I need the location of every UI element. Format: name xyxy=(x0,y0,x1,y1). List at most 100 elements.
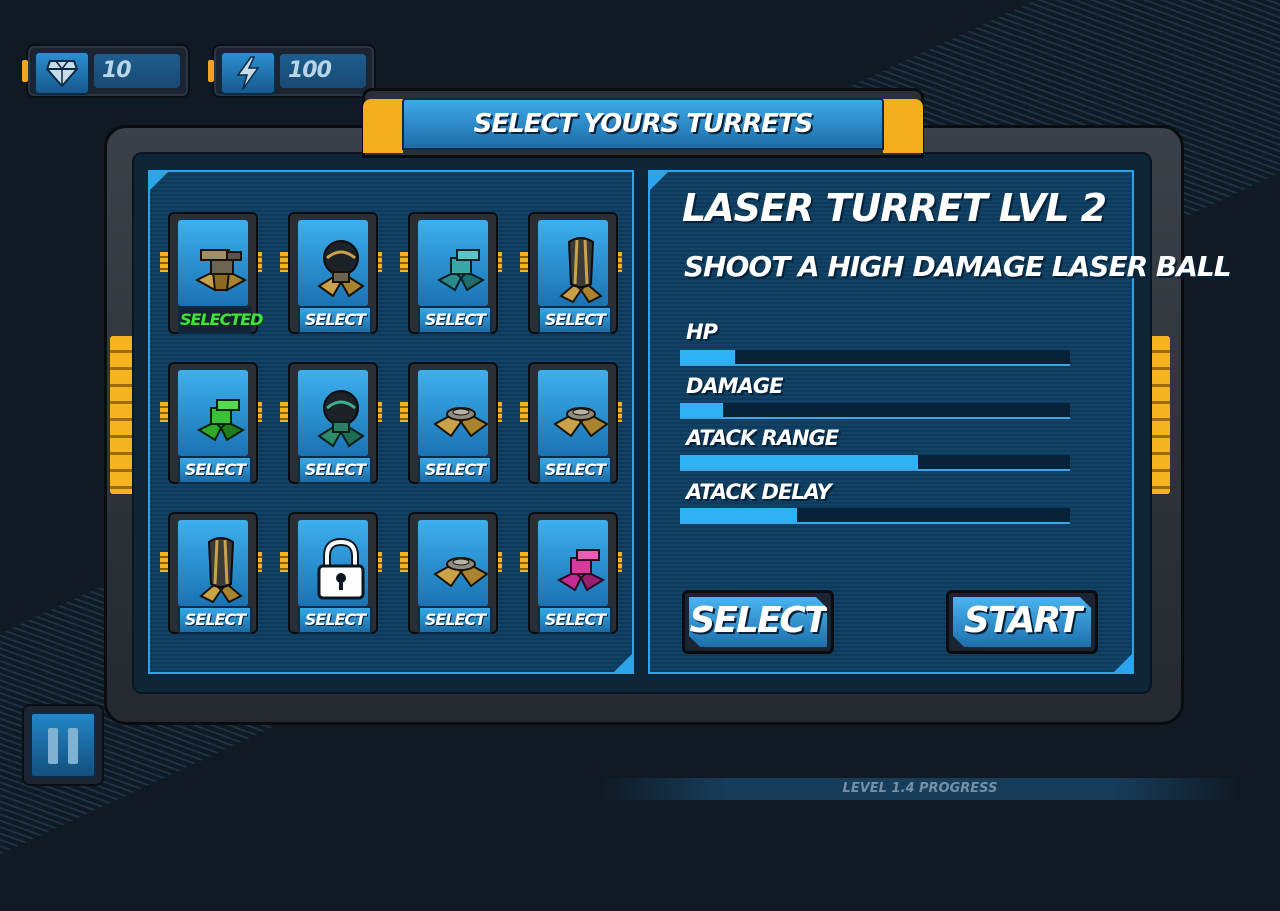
turret-card-face xyxy=(178,520,248,606)
panel-corner xyxy=(650,172,668,190)
turret-card[interactable]: SELECT xyxy=(400,212,502,334)
turret-card-face xyxy=(538,370,611,456)
card-rail xyxy=(160,402,168,422)
stat-bar-damage xyxy=(680,403,1070,419)
level-progress-label: LEVEL 1.4 PROGRESS xyxy=(842,781,998,796)
turret-select-button[interactable]: SELECT xyxy=(538,306,612,334)
turret-select-button[interactable]: SELECT xyxy=(418,606,492,634)
stat-label-damage: DAMAGE xyxy=(686,374,783,398)
panel-corner xyxy=(1114,654,1132,672)
turret-card-face xyxy=(298,520,368,606)
turret-card[interactable]: SELECT xyxy=(280,362,382,484)
turret-select-button[interactable]: SELECT xyxy=(298,306,372,334)
card-rail xyxy=(280,252,288,272)
stat-bar-attack-range xyxy=(680,455,1070,471)
black-sphere-turret-icon xyxy=(311,234,371,304)
card-rail xyxy=(280,552,288,572)
card-rail xyxy=(160,252,168,272)
stat-label-attack-delay: ATACK DELAY xyxy=(686,480,832,504)
stat-fill xyxy=(680,403,723,417)
teal-sphere-turret-icon xyxy=(311,384,371,454)
card-rail xyxy=(520,552,528,572)
tall-pod-turret-icon xyxy=(551,234,611,304)
gems-value: 10 xyxy=(94,54,180,88)
stat-bar-attack-delay xyxy=(680,508,1070,524)
stat-label-attack-range: ATACK RANGE xyxy=(686,426,839,450)
turret-card[interactable]: SELECT xyxy=(280,512,382,634)
title-tab-accent xyxy=(363,99,403,153)
energy-counter: 100 xyxy=(208,44,376,98)
gold-cannon-turret-icon xyxy=(191,234,251,304)
turret-card[interactable]: SELECT xyxy=(520,212,622,334)
turret-card-frame: SELECT xyxy=(408,512,498,634)
card-rail xyxy=(400,252,408,272)
turret-description: SHOOT A HIGH DAMAGE LASER BALL xyxy=(684,250,1232,283)
turret-card-frame: SELECTED xyxy=(168,212,263,334)
pause-icon xyxy=(30,712,96,778)
energy-value: 100 xyxy=(280,54,366,88)
teal-cannon-turret-icon xyxy=(431,234,491,304)
turret-select-button[interactable]: SELECT xyxy=(178,456,252,484)
card-rail xyxy=(280,402,288,422)
card-rail xyxy=(400,402,408,422)
turret-card-frame: SELECT xyxy=(168,362,258,484)
hud-tab xyxy=(208,60,214,82)
turret-select-button[interactable]: SELECT xyxy=(298,456,372,484)
turret-card[interactable]: SELECTED xyxy=(160,212,263,334)
turret-select-button[interactable]: SELECT xyxy=(538,606,612,634)
turret-card-frame: SELECT xyxy=(528,362,618,484)
select-button-label: SELECT xyxy=(689,597,827,647)
turret-card[interactable]: SELECT xyxy=(520,362,622,484)
turret-card[interactable]: SELECT xyxy=(280,212,382,334)
turret-card-frame: SELECT xyxy=(408,362,498,484)
turret-card-frame: SELECT xyxy=(288,212,378,334)
turret-card[interactable]: SELECT xyxy=(160,362,262,484)
card-rail xyxy=(160,552,168,572)
card-rail xyxy=(520,402,528,422)
selected-badge[interactable]: SELECTED xyxy=(178,306,263,334)
turret-name: LASER TURRET LVL 2 xyxy=(682,186,1107,230)
turret-card[interactable]: SELECT xyxy=(400,512,502,634)
turret-card-face xyxy=(418,220,488,306)
turret-select-button[interactable]: SELECT xyxy=(418,306,492,334)
panel-corner xyxy=(150,172,168,190)
gems-counter: 10 xyxy=(22,44,190,98)
padlock-icon xyxy=(311,534,371,604)
turret-card[interactable]: SELECT xyxy=(400,362,502,484)
turret-card-face xyxy=(178,220,248,306)
start-button-label: START xyxy=(953,597,1091,647)
gold-base-turret-icon xyxy=(431,534,491,604)
stat-fill xyxy=(680,350,735,364)
turret-card-face xyxy=(538,520,608,606)
turret-card-frame: SELECT xyxy=(288,362,378,484)
select-button[interactable]: SELECT xyxy=(682,590,834,654)
turret-card-frame: SELECT xyxy=(408,212,498,334)
green-cannon-turret-icon xyxy=(191,384,251,454)
turret-card-face xyxy=(418,520,491,606)
turret-select-button[interactable]: SELECT xyxy=(418,456,492,484)
turret-card-face xyxy=(178,370,248,456)
turret-card-face xyxy=(298,370,368,456)
turret-card-frame: SELECT xyxy=(528,512,618,634)
turret-card-face xyxy=(538,220,608,306)
turret-select-button[interactable]: SELECT xyxy=(298,606,372,634)
gold-base-turret-icon xyxy=(551,384,611,454)
gold-base-turret-icon xyxy=(431,384,491,454)
turret-card-frame: SELECT xyxy=(528,212,618,334)
tall-pod-turret-icon xyxy=(191,534,251,604)
hud-tab xyxy=(22,60,28,82)
level-progress-bar: LEVEL 1.4 PROGRESS xyxy=(600,778,1240,800)
turret-select-button[interactable]: SELECT xyxy=(538,456,612,484)
turret-card-frame: SELECT xyxy=(168,512,258,634)
page-title: SELECT YOURS TURRETS xyxy=(402,98,884,150)
start-button[interactable]: START xyxy=(946,590,1098,654)
turret-card-face xyxy=(418,370,491,456)
panel-corner xyxy=(614,654,632,672)
pause-button[interactable] xyxy=(22,704,104,786)
title-tab-accent xyxy=(883,99,923,153)
turret-card-face xyxy=(298,220,368,306)
turret-card[interactable]: SELECT xyxy=(160,512,262,634)
turret-card[interactable]: SELECT xyxy=(520,512,622,634)
turret-select-button[interactable]: SELECT xyxy=(178,606,252,634)
card-rail xyxy=(520,252,528,272)
